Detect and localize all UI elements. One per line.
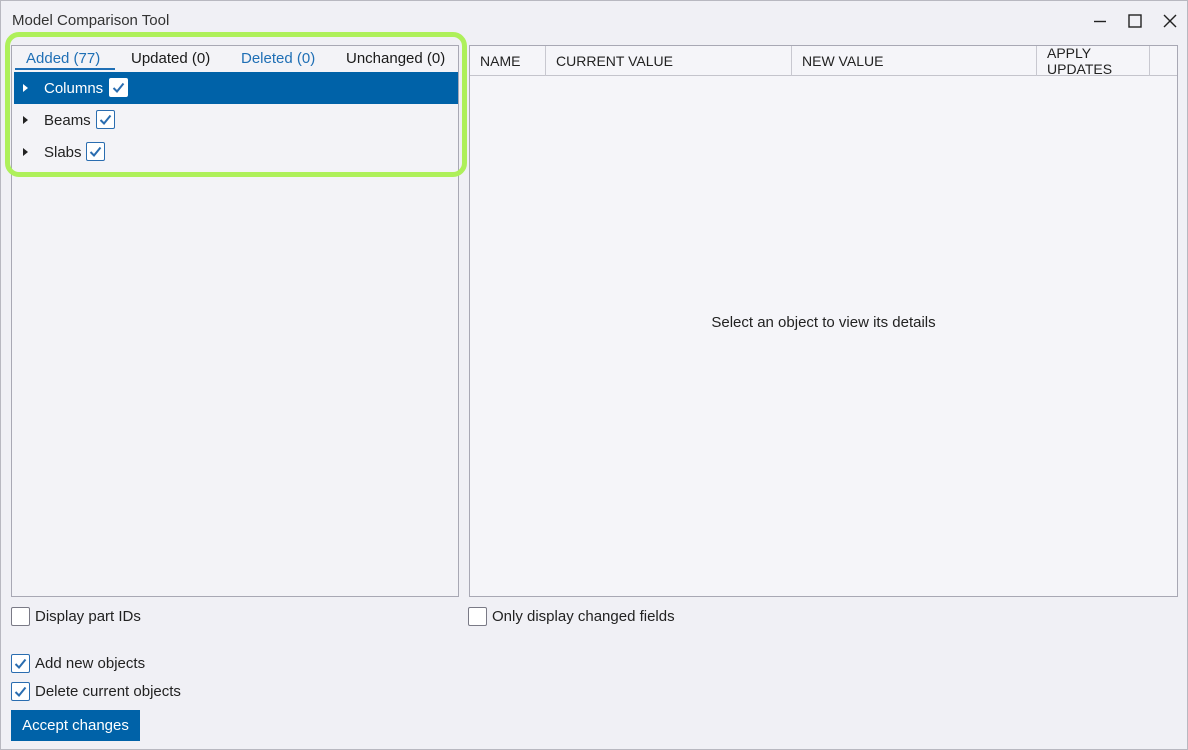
expand-arrow-icon[interactable] — [23, 84, 28, 92]
delete-current-objects-label: Delete current objects — [35, 683, 181, 700]
tree-item-label: Slabs — [44, 144, 82, 161]
tab-deleted[interactable]: Deleted (0) — [241, 50, 315, 67]
tree-item-label: Beams — [44, 112, 91, 129]
empty-details-message: Select an object to view its details — [711, 314, 936, 331]
details-grid-header: NAME CURRENT VALUE NEW VALUE APPLY UPDAT… — [470, 45, 1177, 77]
object-tree: Columns Beams Slabs — [14, 72, 458, 168]
add-new-objects-checkbox[interactable] — [11, 654, 30, 673]
tab-updated[interactable]: Updated (0) — [131, 50, 210, 67]
minimize-icon[interactable] — [1087, 9, 1113, 33]
display-part-ids-label: Display part IDs — [35, 608, 141, 625]
details-panel: NAME CURRENT VALUE NEW VALUE APPLY UPDAT… — [469, 45, 1178, 597]
tree-item-columns[interactable]: Columns — [14, 72, 458, 104]
columns-checkbox[interactable] — [109, 78, 128, 97]
column-header-new-value[interactable]: NEW VALUE — [792, 46, 1037, 76]
checkmark-icon — [14, 658, 27, 669]
title-bar: Model Comparison Tool — [1, 1, 1187, 39]
expand-arrow-icon[interactable] — [23, 148, 28, 156]
delete-current-objects-checkbox[interactable] — [11, 682, 30, 701]
column-header-name[interactable]: NAME — [470, 46, 546, 76]
tab-added[interactable]: Added (77) — [26, 50, 100, 67]
model-comparison-window: Model Comparison Tool Added (77) Updated… — [0, 0, 1188, 750]
column-header-current-value[interactable]: CURRENT VALUE — [546, 46, 792, 76]
change-tabs: Added (77) Updated (0) Deleted (0) Uncha… — [12, 46, 458, 72]
only-changed-fields-label: Only display changed fields — [492, 608, 675, 625]
only-changed-fields-checkbox[interactable] — [468, 607, 487, 626]
tab-unchanged[interactable]: Unchanged (0) — [346, 50, 445, 67]
expand-arrow-icon[interactable] — [23, 116, 28, 124]
object-tree-panel: Added (77) Updated (0) Deleted (0) Uncha… — [11, 45, 459, 597]
checkmark-icon — [99, 114, 112, 125]
window-title: Model Comparison Tool — [12, 12, 170, 29]
checkmark-icon — [14, 686, 27, 697]
display-part-ids-checkbox[interactable] — [11, 607, 30, 626]
close-icon[interactable] — [1157, 9, 1183, 33]
beams-checkbox[interactable] — [96, 110, 115, 129]
add-new-objects-label: Add new objects — [35, 655, 146, 672]
accept-changes-button[interactable]: Accept changes — [11, 710, 140, 741]
checkmark-icon — [89, 146, 102, 157]
tree-item-slabs[interactable]: Slabs — [14, 136, 458, 168]
column-header-filler — [1149, 46, 1177, 76]
slabs-checkbox[interactable] — [86, 142, 105, 161]
checkmark-icon — [112, 82, 125, 93]
active-tab-indicator — [15, 68, 115, 70]
column-header-apply-updates[interactable]: APPLY UPDATES — [1037, 45, 1149, 77]
tree-item-beams[interactable]: Beams — [14, 104, 458, 136]
tree-item-label: Columns — [44, 80, 104, 97]
maximize-icon[interactable] — [1122, 9, 1148, 33]
